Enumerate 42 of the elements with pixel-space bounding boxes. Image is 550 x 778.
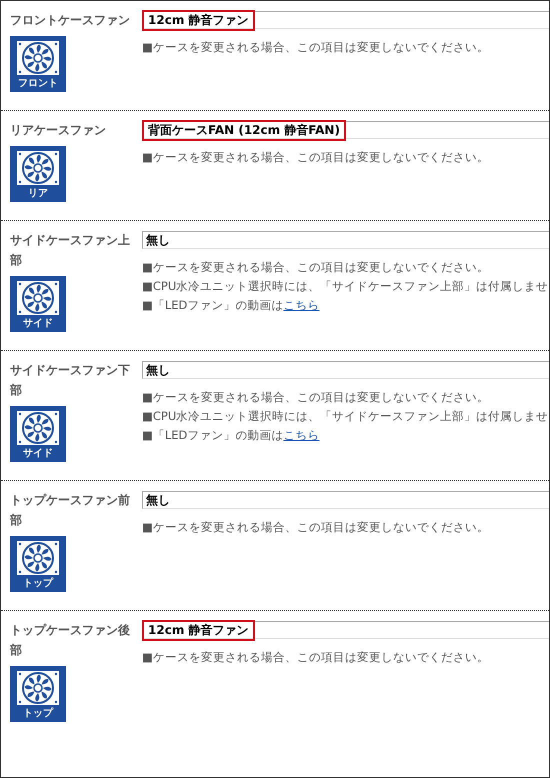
field-value: 12cm 静音ファン xyxy=(144,622,252,638)
field-label: サイドケースファン上部 xyxy=(10,232,131,269)
note-text: ■「LEDファン」の動画は こちら xyxy=(142,427,320,443)
badge-label: フロント xyxy=(18,77,58,91)
field-value: 無し xyxy=(146,232,170,248)
select-field[interactable]: 12cm 静音ファン xyxy=(142,621,549,639)
field-label: トップケースファン前部 xyxy=(10,492,131,529)
note-text: ■ケースを変更される場合、この項目は変更しないでください。 xyxy=(142,149,490,165)
note-text: ■ケースを変更される場合、この項目は変更しないでください。 xyxy=(142,649,490,665)
fan-icon xyxy=(15,149,61,187)
select-field[interactable]: 背面ケースFAN (12cm 静音FAN) xyxy=(142,121,549,139)
note-text: ■「LEDファン」の動画は こちら xyxy=(142,297,320,313)
badge-label: トップ xyxy=(23,707,53,721)
note-text: ■CPU水冷ユニット選択時には、「サイドケースファン上部」は付属しませ xyxy=(142,408,549,424)
video-link[interactable]: こちら xyxy=(283,298,320,312)
fan-icon xyxy=(15,279,61,317)
select-field[interactable]: 無し xyxy=(142,491,549,509)
field-value: 無し xyxy=(146,492,170,508)
field-value: 無し xyxy=(146,362,170,378)
fan-icon xyxy=(15,409,61,447)
field-value: 12cm 静音ファン xyxy=(144,12,252,28)
badge-label: トップ xyxy=(23,577,53,591)
note-text: ■ケースを変更される場合、この項目は変更しないでください。 xyxy=(142,389,490,405)
note-text: ■CPU水冷ユニット選択時には、「サイドケースファン上部」は付属しませ xyxy=(142,278,549,294)
badge-label: サイド xyxy=(23,447,53,461)
fan-icon xyxy=(15,539,61,577)
fan-icon xyxy=(15,39,61,77)
field-value: 背面ケースFAN (12cm 静音FAN) xyxy=(144,122,344,138)
select-field[interactable]: 無し xyxy=(142,361,549,379)
video-link[interactable]: こちら xyxy=(283,428,320,442)
select-field[interactable]: 12cm 静音ファン xyxy=(142,11,549,29)
field-label: サイドケースファン下部 xyxy=(10,362,131,399)
field-label: フロントケースファン xyxy=(10,12,131,29)
field-label: リアケースファン xyxy=(10,122,107,139)
note-text: ■ケースを変更される場合、この項目は変更しないでください。 xyxy=(142,519,490,535)
badge-label: リア xyxy=(28,187,48,201)
badge-label: サイド xyxy=(23,317,53,331)
fan-icon xyxy=(15,669,61,707)
note-text: ■ケースを変更される場合、この項目は変更しないでください。 xyxy=(142,259,490,275)
select-field[interactable]: 無し xyxy=(142,231,549,249)
note-text: ■ケースを変更される場合、この項目は変更しないでください。 xyxy=(142,39,490,55)
field-label: トップケースファン後部 xyxy=(10,622,131,659)
